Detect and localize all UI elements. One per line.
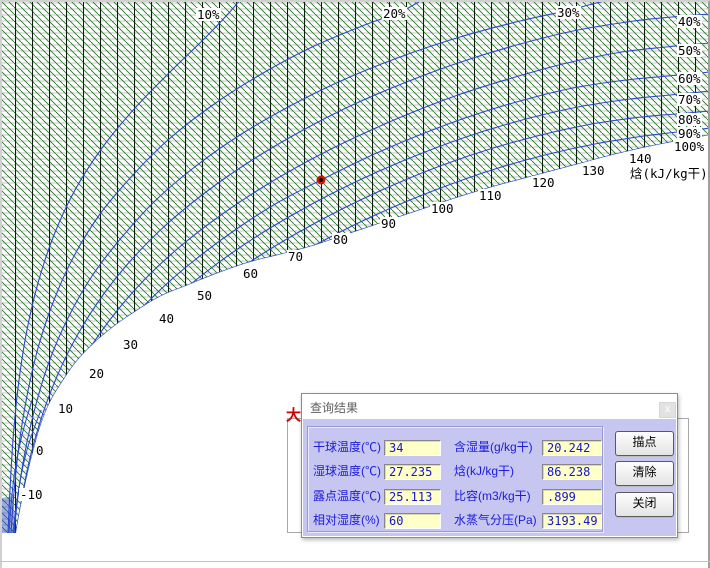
chart-label: 100% — [674, 139, 705, 154]
dry-bulb-field[interactable]: 34 — [384, 440, 441, 456]
chart-label: 110 — [479, 188, 502, 203]
clear-button[interactable]: 清除 — [615, 461, 674, 486]
dialog-title: 查询结果 — [310, 399, 358, 416]
chart-label: 70 — [288, 249, 303, 264]
chart-label: 30 — [123, 337, 138, 352]
chart-label: 70% — [678, 92, 701, 107]
humidity-ratio-label: 含湿量(g/kg干) — [454, 438, 533, 455]
plot-point-button[interactable]: 描点 — [615, 431, 674, 456]
chart-label: 10% — [197, 7, 220, 22]
chart-label: 0 — [36, 443, 44, 458]
chart-label: -10 — [20, 487, 43, 502]
chart-label: 40% — [678, 14, 701, 29]
close-button[interactable]: 关闭 — [615, 492, 674, 517]
chart-label: 60% — [678, 71, 701, 86]
window-bottom-border — [0, 561, 710, 562]
close-icon[interactable]: x — [659, 402, 676, 418]
chart-label: 130 — [582, 163, 605, 178]
chart-label: 50% — [678, 43, 701, 58]
chart-label: 50 — [197, 288, 212, 303]
chart-label: 30% — [557, 5, 580, 20]
rh-label: 相对湿度(%) — [313, 511, 380, 528]
vapor-pressure-field[interactable]: 3193.49 — [542, 513, 602, 529]
chart-label: 80% — [678, 112, 701, 127]
chart-label: 10 — [58, 401, 73, 416]
chart-label: 90 — [381, 216, 396, 231]
vapor-pressure-label: 水蒸气分压(Pa) — [454, 511, 537, 528]
query-result-dialog: 查询结果 x 干球温度(℃) 湿球温度(℃) 露点温度(℃) 相对湿度(%) 3… — [301, 393, 678, 538]
rh-field[interactable]: 60 — [384, 513, 441, 529]
specific-volume-label: 比容(m3/kg干) — [454, 487, 531, 504]
specific-volume-field[interactable]: .899 — [542, 489, 602, 505]
chart-label: 60 — [243, 266, 258, 281]
chart-label: 80 — [333, 232, 348, 247]
dialog-body: 干球温度(℃) 湿球温度(℃) 露点温度(℃) 相对湿度(%) 34 27.23… — [303, 419, 676, 536]
wet-bulb-label: 湿球温度(℃) — [313, 462, 381, 479]
chart-label: 100 — [431, 201, 454, 216]
dew-point-field[interactable]: 25.113 — [384, 489, 441, 505]
chart-label: 20 — [89, 366, 104, 381]
chart-label: 120 — [532, 175, 555, 190]
enthalpy-field[interactable]: 86.238 — [542, 464, 602, 480]
dry-bulb-label: 干球温度(℃) — [313, 438, 381, 455]
wet-bulb-field[interactable]: 27.235 — [384, 464, 441, 480]
chart-label: 焓(kJ/kg干) — [630, 166, 708, 181]
chart-label: 40 — [159, 311, 174, 326]
chart-label: 20% — [383, 6, 406, 21]
chart-label: 140 — [629, 151, 652, 166]
plotted-point-core — [319, 178, 323, 182]
enthalpy-label: 焓(kJ/kg干) — [454, 462, 514, 479]
humidity-ratio-field[interactable]: 20.242 — [542, 440, 602, 456]
dew-point-label: 露点温度(℃) — [313, 487, 381, 504]
hidden-red-label: 大 — [286, 404, 301, 425]
